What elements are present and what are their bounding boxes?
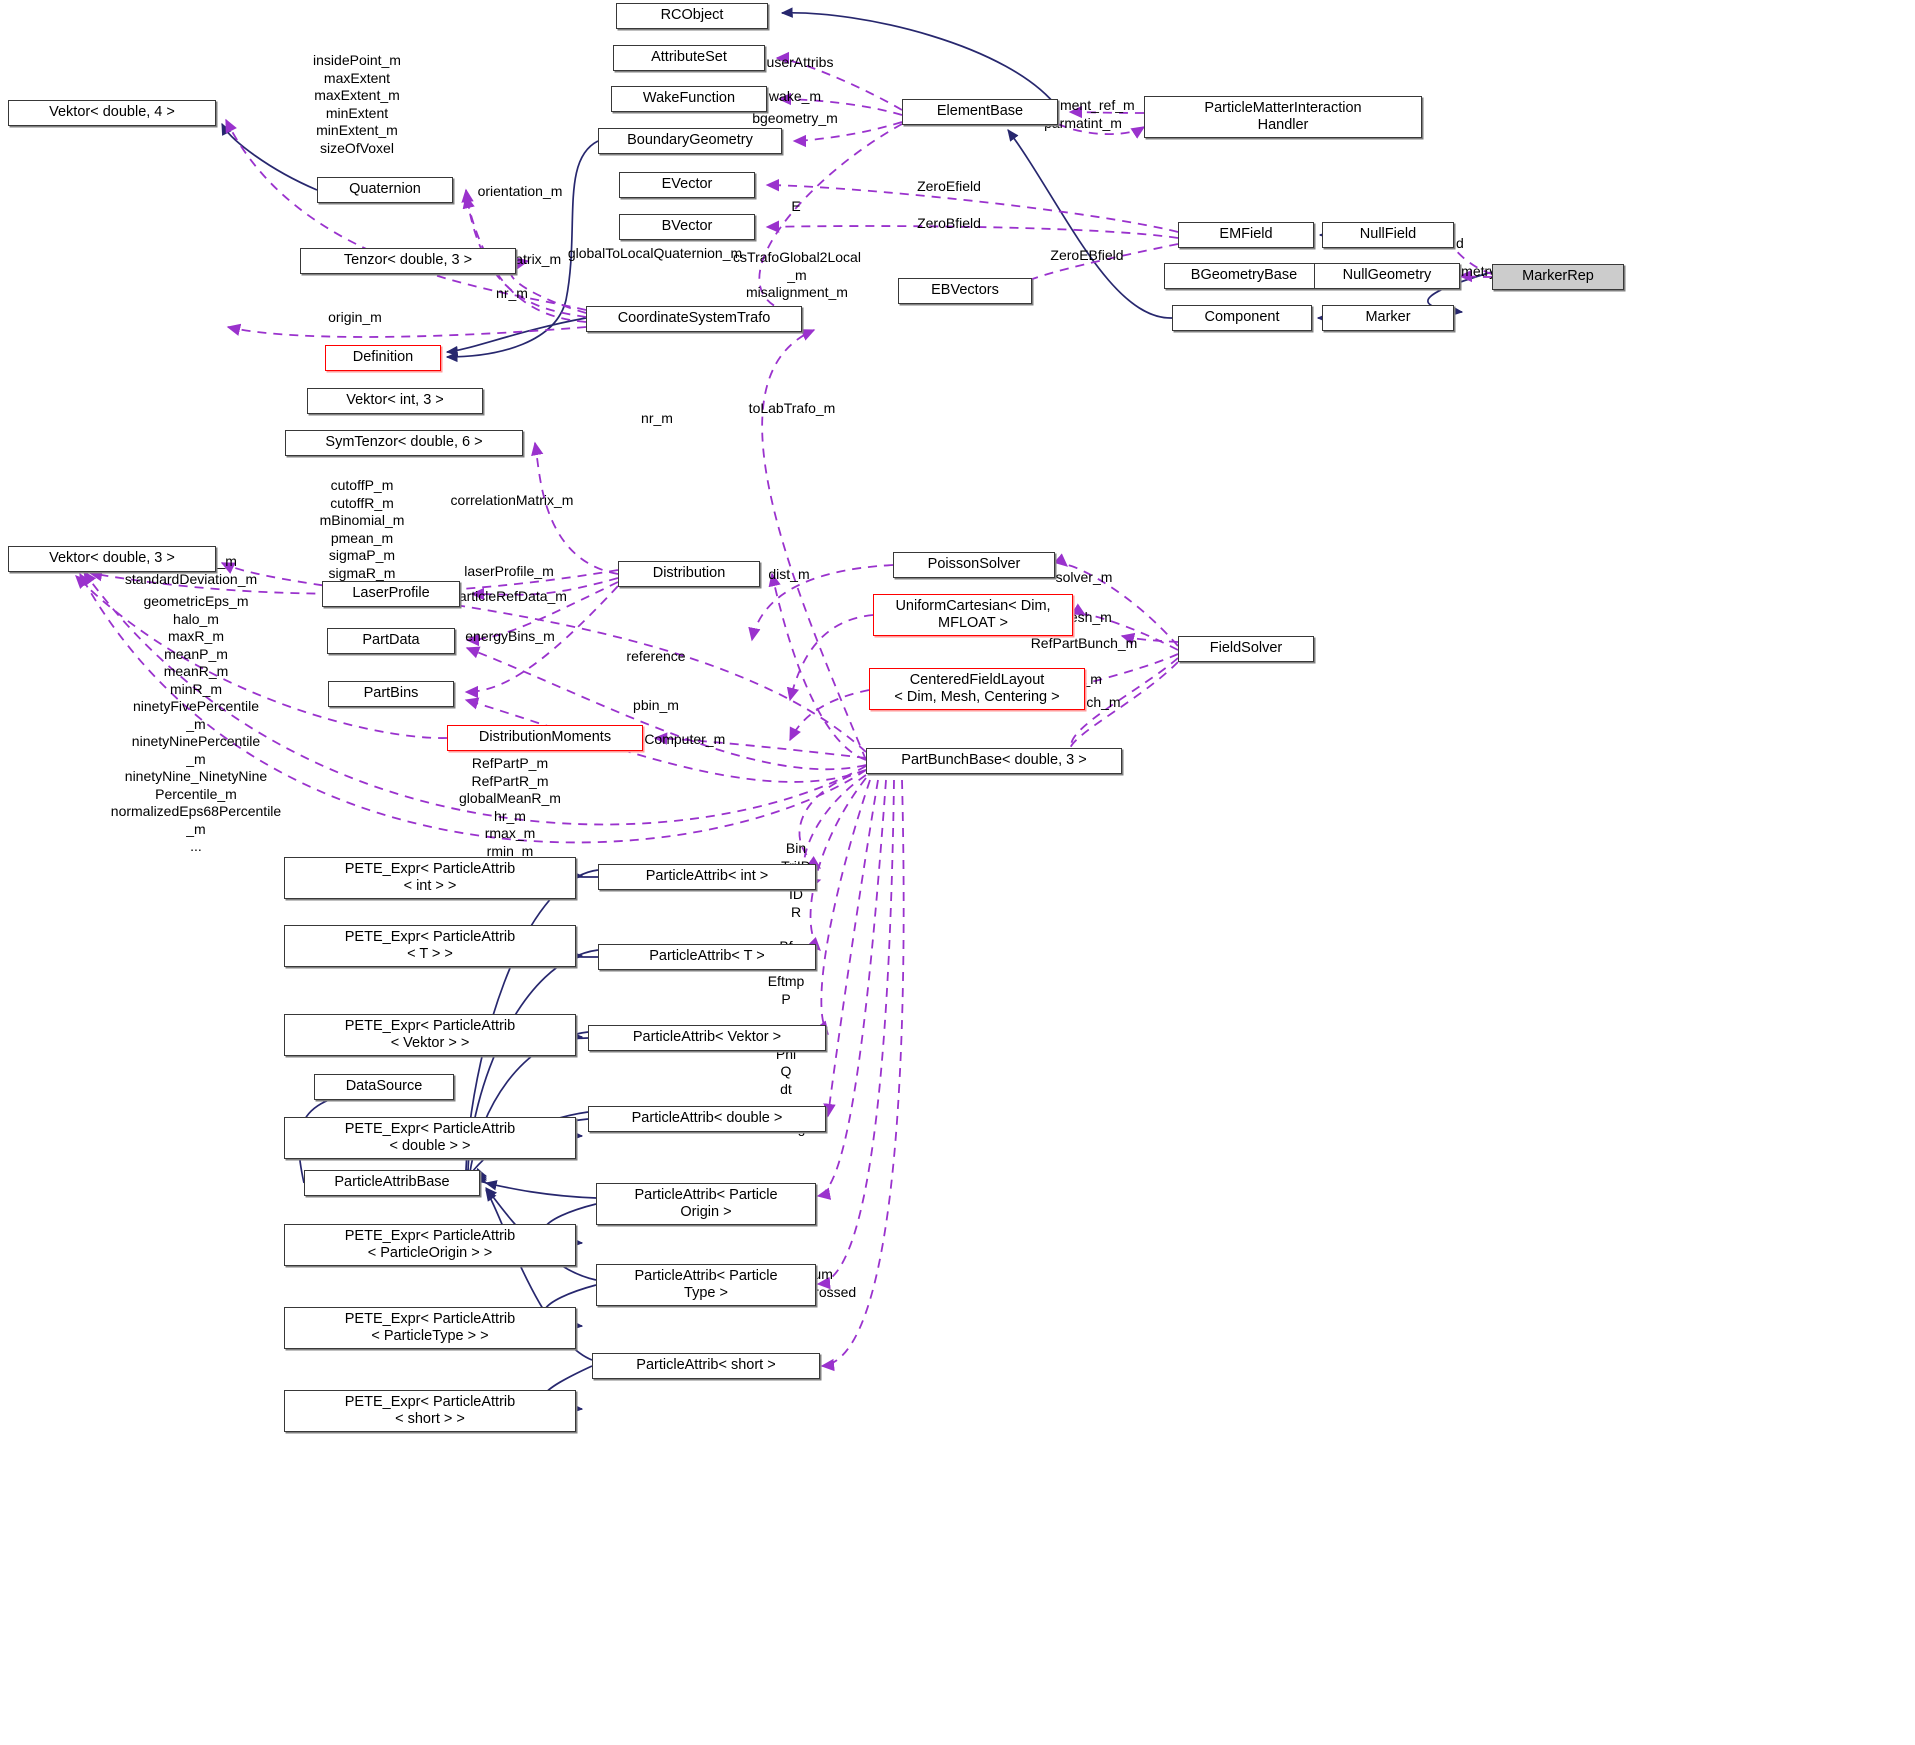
collaboration-diagram: Vektor< double, 4 > RCObject AttributeSet W…	[0, 0, 1915, 1745]
edge-label-l_correlation_m: correlationMatrix_m	[450, 492, 574, 508]
class-node-laserprofile[interactable]: LaserProfile	[322, 581, 460, 607]
class-node-bgeometrybase[interactable]: BGeometryBase	[1164, 263, 1324, 289]
class-node-nullfield[interactable]: NullField	[1322, 222, 1454, 248]
class-node-partbunchbase[interactable]: PartBunchBase< double, 3 >	[866, 748, 1122, 774]
edge-label-l_id_r: ID R	[789, 886, 803, 920]
class-node-tenzor_double3[interactable]: Tenzor< double, 3 >	[300, 248, 516, 274]
edge-label-l_orientation_m: orientation_m	[477, 183, 563, 199]
class-node-centeredfieldlayout[interactable]: CenteredFieldLayout < Dim, Mesh, Centeri…	[869, 668, 1085, 710]
class-node-pete_porigin[interactable]: PETE_Expr< ParticleAttrib < ParticleOrig…	[284, 1224, 576, 1266]
edge-label-l_solver_m: solver_m	[1055, 569, 1113, 585]
edge-label-l_particlerefdata_m: particleRefData_m	[451, 588, 567, 604]
class-node-partbins[interactable]: PartBins	[328, 681, 454, 707]
class-node-pa_porigin[interactable]: ParticleAttrib< Particle Origin >	[596, 1183, 816, 1225]
class-node-paticleattribbase[interactable]: ParticleAttribBase	[304, 1170, 480, 1196]
class-node-ebvectors[interactable]: EBVectors	[898, 278, 1032, 304]
class-node-datasource[interactable]: DataSource	[314, 1074, 454, 1100]
class-node-pmihandler[interactable]: ParticleMatterInteraction Handler	[1144, 96, 1422, 138]
edge-label-l_energybins_m: energyBins_m	[465, 628, 555, 644]
class-node-pa_int[interactable]: ParticleAttrib< int >	[598, 864, 816, 890]
edge-label-l_pbb_attrs_left: geometricEps_m halo_m maxR_m meanP_m mea…	[110, 593, 282, 854]
class-node-uniformcartesian[interactable]: UniformCartesian< Dim, MFLOAT >	[873, 594, 1073, 636]
class-node-pete_vektor[interactable]: PETE_Expr< ParticleAttrib < Vektor > >	[284, 1014, 576, 1056]
edge-label-l_boundarygeom_attrs: insidePoint_m maxExtent maxExtent_m minE…	[313, 52, 401, 156]
class-node-symtenzor6[interactable]: SymTenzor< double, 6 >	[285, 430, 523, 456]
edge-label-l_zeroebfield: ZeroEBfield	[1050, 247, 1124, 263]
class-node-pete_int[interactable]: PETE_Expr< ParticleAttrib < int > >	[284, 857, 576, 899]
class-node-csys_trafo[interactable]: CoordinateSystemTrafo	[586, 306, 802, 332]
class-node-rcobject[interactable]: RCObject	[616, 3, 768, 29]
class-node-vektor_double4[interactable]: Vektor< double, 4 >	[8, 100, 216, 126]
class-node-pa_double[interactable]: ParticleAttrib< double >	[588, 1106, 826, 1132]
edge-label-l_reference: reference	[626, 648, 686, 664]
edge-label-l_origin_m: origin_m	[328, 309, 382, 325]
class-node-pa_short[interactable]: ParticleAttrib< short >	[592, 1353, 820, 1379]
class-node-pete_double[interactable]: PETE_Expr< ParticleAttrib < double > >	[284, 1117, 576, 1159]
edge-label-l_tolabtrafo_m: toLabTrafo_m	[748, 400, 836, 416]
edge-label-l_dm_attrs: RefPartP_m RefPartR_m globalMeanR_m hr_m…	[459, 755, 561, 859]
class-node-attributeset[interactable]: AttributeSet	[613, 45, 765, 71]
class-node-bvector[interactable]: BVector	[619, 214, 755, 240]
edge-label-l_dist_m: dist_m	[768, 566, 810, 582]
class-node-partdata[interactable]: PartData	[327, 628, 455, 654]
class-node-poissonsolver[interactable]: PoissonSolver	[893, 552, 1055, 578]
edge-label-l_zeroefield: ZeroEfield	[917, 178, 981, 194]
class-node-boundarygeometry[interactable]: BoundaryGeometry	[598, 128, 782, 154]
edge-label-l_nr_m_1: nr_m	[496, 285, 528, 301]
class-node-distribution[interactable]: Distribution	[618, 561, 760, 587]
class-node-distributionmoments[interactable]: DistributionMoments	[447, 725, 643, 751]
class-node-pa_t[interactable]: ParticleAttrib< T >	[598, 944, 816, 970]
class-node-pete_short[interactable]: PETE_Expr< ParticleAttrib < short > >	[284, 1390, 576, 1432]
edge-label-l_laserprofile_m: laserProfile_m	[464, 563, 554, 579]
edge-label-l_bgeometry_m: bgeometry_m	[752, 110, 838, 126]
edge-label-l_refpartbunch_m: RefPartBunch_m	[1030, 635, 1138, 651]
class-node-evector[interactable]: EVector	[619, 172, 755, 198]
class-node-vektor_int3[interactable]: Vektor< int, 3 >	[307, 388, 483, 414]
class-node-wakefunction[interactable]: WakeFunction	[611, 86, 767, 112]
edge-label-l_userattribs: userAttribs	[766, 54, 834, 70]
edge-label-l_global2local: globalToLocalQuaternion_m	[567, 245, 743, 261]
edge-label-l_dist_attrs: cutoffP_m cutoffR_m mBinomial_m pmean_m …	[319, 477, 405, 581]
class-node-vektor_double3[interactable]: Vektor< double, 3 >	[8, 546, 216, 572]
class-node-marker[interactable]: Marker	[1322, 305, 1454, 331]
edge-label-l_pbin_m: pbin_m	[633, 697, 679, 713]
edge-label-l_wake_m: wake_m	[768, 88, 822, 104]
class-node-markerrep[interactable]: MarkerRep	[1492, 264, 1624, 290]
class-node-elementbase[interactable]: ElementBase	[902, 99, 1058, 125]
class-node-pa_vektor[interactable]: ParticleAttrib< Vektor >	[588, 1025, 826, 1051]
class-node-component[interactable]: Component	[1172, 305, 1312, 331]
edge-label-l_E: E	[791, 198, 801, 214]
class-node-pete_ptype[interactable]: PETE_Expr< ParticleAttrib < ParticleType…	[284, 1307, 576, 1349]
class-node-pa_ptype[interactable]: ParticleAttrib< Particle Type >	[596, 1264, 816, 1306]
class-node-fieldsolver[interactable]: FieldSolver	[1178, 636, 1314, 662]
edge-label-l_cstrafo: csTrafoGlobal2Local _m misalignment_m	[733, 249, 861, 300]
edge-label-l_nr_m_2: nr_m	[641, 410, 673, 426]
class-node-pete_t[interactable]: PETE_Expr< ParticleAttrib < T > >	[284, 925, 576, 967]
class-node-nullgeometry[interactable]: NullGeometry	[1314, 263, 1460, 289]
edge-label-l_zerobfield: ZeroBfield	[917, 215, 981, 231]
class-node-emfield[interactable]: EMField	[1178, 222, 1314, 248]
class-node-quaternion[interactable]: Quaternion	[317, 177, 453, 203]
class-node-definition[interactable]: Definition	[325, 345, 441, 371]
